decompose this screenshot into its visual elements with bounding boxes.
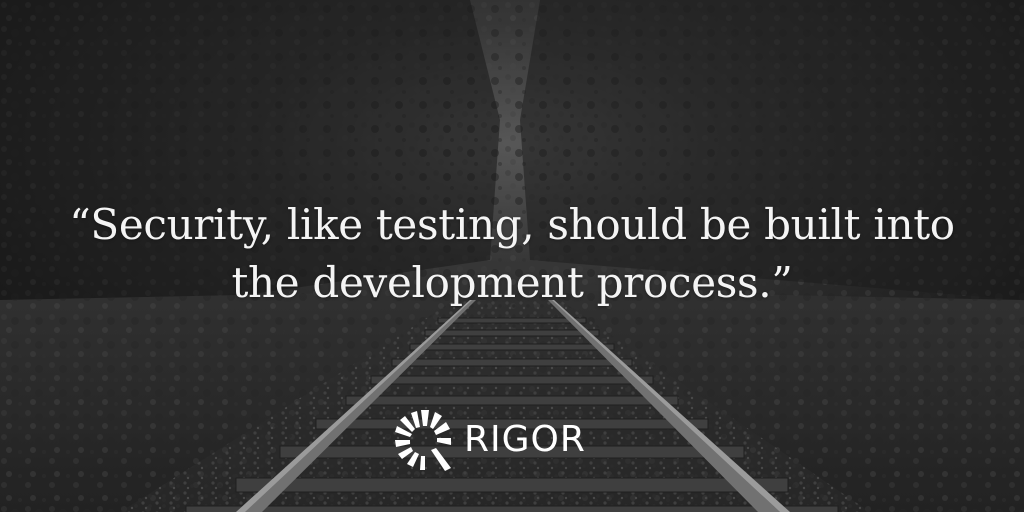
quote-line-2: the development process.” [231, 258, 793, 307]
rigor-wordmark: RIGOR [464, 419, 586, 460]
rigor-logo: RIGOR [391, 406, 611, 474]
quote-line-1: “Security, like testing, should be built… [69, 200, 955, 249]
hero-image: “Security, like testing, should be built… [0, 0, 1024, 512]
rigor-mark-icon [395, 410, 451, 471]
quote-text: “Security, like testing, should be built… [0, 196, 1024, 312]
